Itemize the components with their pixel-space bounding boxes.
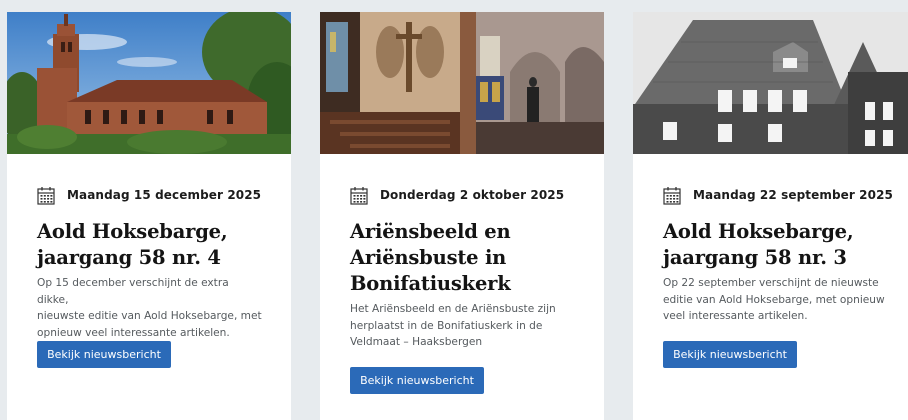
news-card: Donderdag 2 oktober 2025 Ariënsbeeld en … xyxy=(320,12,604,420)
card-date: Donderdag 2 oktober 2025 xyxy=(380,188,565,202)
card-title-line: Bonifatiuskerk xyxy=(350,272,511,295)
card-description-line: Veldmaat – Haaksbergen xyxy=(350,336,483,348)
card-title-line: jaargang 58 nr. 3 xyxy=(663,246,847,269)
news-card: Maandag 15 december 2025 Aold Hoksebarge… xyxy=(7,12,291,420)
card-title-line: jaargang 58 nr. 4 xyxy=(37,246,221,269)
card-description-line: veel interessante artikelen. xyxy=(663,310,808,322)
card-description-line: nieuwste editie van Aold Hoksebarge, met xyxy=(37,310,262,322)
card-description: Op 22 september verschijnt de nieuwste e… xyxy=(663,275,889,325)
card-title[interactable]: Ariënsbeeld en Ariënsbuste in Bonifatius… xyxy=(350,219,592,297)
card-title-line: Aold Hoksebarge, xyxy=(663,220,854,243)
card-title-line: Ariënsbuste in xyxy=(350,246,507,269)
card-description-line: herplaatst in de Bonifatiuskerk in de xyxy=(350,319,543,332)
card-description: Op 15 december verschijnt de extra dikke… xyxy=(37,275,263,341)
news-card: Maandag 22 september 2025 Aold Hoksebarg… xyxy=(633,12,908,420)
calendar-icon xyxy=(37,186,55,205)
date-row: Donderdag 2 oktober 2025 xyxy=(350,185,564,205)
card-title[interactable]: Aold Hoksebarge, jaargang 58 nr. 3 xyxy=(663,219,905,271)
card-date: Maandag 15 december 2025 xyxy=(67,188,262,202)
church-interior-photo[interactable] xyxy=(320,12,604,154)
church-exterior-photo[interactable] xyxy=(7,12,291,154)
card-title[interactable]: Aold Hoksebarge, jaargang 58 nr. 4 xyxy=(37,219,279,271)
card-description: Het Ariënsbeeld en de Ariënsbuste zijn h… xyxy=(350,301,576,351)
card-date: Maandag 22 september 2025 xyxy=(693,188,893,202)
card-description-line: editie van Aold Hoksebarge, met opnieuw xyxy=(663,293,885,306)
card-description-line: opnieuw veel interessante artikelen. xyxy=(37,326,230,339)
date-row: Maandag 15 december 2025 xyxy=(37,185,261,205)
view-news-button[interactable]: Bekijk nieuwsbericht xyxy=(663,341,797,368)
view-news-button[interactable]: Bekijk nieuwsbericht xyxy=(37,341,171,368)
date-row: Maandag 22 september 2025 xyxy=(663,185,893,205)
card-description-line: Op 22 september verschijnt de nieuwste xyxy=(663,277,879,289)
view-news-button[interactable]: Bekijk nieuwsbericht xyxy=(350,367,484,394)
card-title-line: Aold Hoksebarge, xyxy=(37,220,228,243)
calendar-icon xyxy=(350,186,368,205)
card-title-line: Ariënsbeeld en xyxy=(350,220,511,243)
calendar-icon xyxy=(663,186,681,205)
building-bw-photo[interactable] xyxy=(633,12,908,154)
card-description-line: Op 15 december verschijnt de extra dikke… xyxy=(37,277,229,306)
card-description-line: Het Ariënsbeeld en de Ariënsbuste zijn xyxy=(350,303,556,315)
